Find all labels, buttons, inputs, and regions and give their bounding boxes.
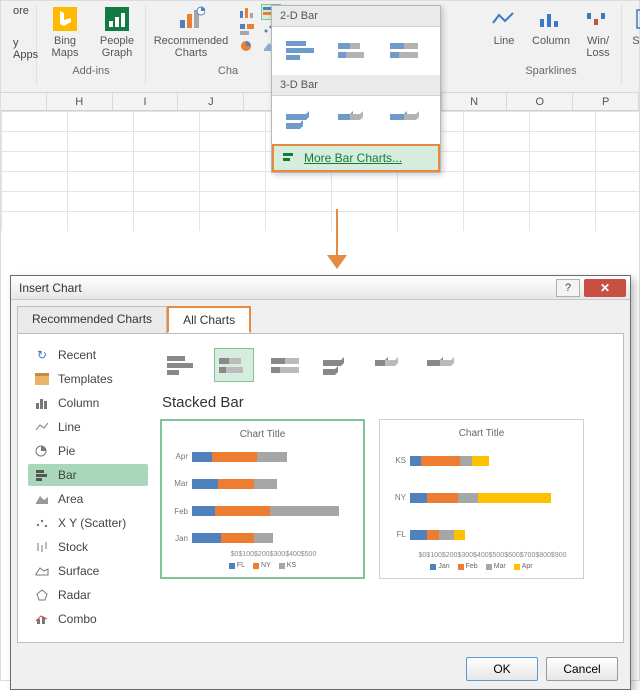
group-label-charts: Cha: [218, 65, 238, 77]
col-O[interactable]: O: [507, 93, 573, 110]
col-H[interactable]: H: [47, 93, 113, 110]
side-xy-scatter[interactable]: X Y (Scatter): [28, 512, 148, 534]
tab-all-charts[interactable]: All Charts: [167, 306, 251, 333]
side-line[interactable]: Line: [28, 416, 148, 438]
bing-icon: [51, 5, 79, 33]
clustered-bar-2d[interactable]: [282, 35, 324, 67]
clustered-bar-3d[interactable]: [282, 104, 324, 136]
pie-chart-icon[interactable]: [238, 39, 256, 53]
side-recent[interactable]: ↻Recent: [28, 344, 148, 366]
close-button[interactable]: ✕: [584, 279, 626, 297]
subtype-stacked-bar-100-3d[interactable]: [422, 348, 462, 382]
col-P[interactable]: P: [573, 93, 639, 110]
subtype-title: Stacked Bar: [162, 394, 613, 411]
stock-icon: [34, 539, 50, 555]
subtype-stacked-bar[interactable]: [214, 348, 254, 382]
side-bar[interactable]: Bar: [28, 464, 148, 486]
bar-subtype-row: [160, 344, 613, 392]
tab-recommended-charts[interactable]: Recommended Charts: [17, 306, 167, 333]
line-icon: [34, 419, 50, 435]
sparkline-column-button[interactable]: Column: [529, 5, 573, 47]
stacked-bar-100-2d[interactable]: [386, 35, 428, 67]
subtype-clustered-bar-3d[interactable]: [318, 348, 358, 382]
subtype-clustered-bar[interactable]: [162, 348, 202, 382]
col-I[interactable]: I: [113, 93, 179, 110]
help-button[interactable]: ?: [556, 279, 580, 297]
side-radar[interactable]: Radar: [28, 584, 148, 606]
dialog-titlebar[interactable]: Insert Chart ? ✕: [11, 276, 630, 300]
surface-icon: [34, 563, 50, 579]
recommended-charts-icon: [177, 5, 205, 33]
sparkline-line-button[interactable]: Line: [487, 5, 521, 47]
recent-icon: ↻: [34, 347, 50, 363]
pie-icon: [34, 443, 50, 459]
sparkline-winloss-button[interactable]: Win/ Loss: [581, 5, 615, 59]
sparkline-line-icon: [490, 5, 518, 33]
bar-chart-mini-icon: [282, 151, 298, 165]
bar-chart-dropdown: 2-D Bar 3-D Bar More Bar Charts...: [271, 5, 441, 173]
templates-icon: [34, 371, 50, 387]
group-label-addins: Add-ins: [72, 65, 109, 77]
dropdown-2d-header: 2-D Bar: [272, 6, 440, 27]
hierarchy-chart-icon[interactable]: [238, 22, 256, 36]
bar-icon: [34, 467, 50, 483]
insert-chart-dialog: Insert Chart ? ✕ Recommended Charts All …: [10, 275, 631, 690]
sparkline-winloss-icon: [584, 5, 612, 33]
callout-arrow: [327, 209, 347, 271]
people-graph-icon: [103, 5, 131, 33]
side-surface[interactable]: Surface: [28, 560, 148, 582]
chart-preview-1[interactable]: Chart Title AprMarFebJan $0$100$200$300$…: [160, 419, 365, 579]
subtype-stacked-bar-100[interactable]: [266, 348, 306, 382]
recommended-charts-button[interactable]: Recommended Charts: [152, 5, 230, 59]
more-bar-charts-button[interactable]: More Bar Charts...: [272, 144, 440, 172]
cancel-button[interactable]: Cancel: [546, 657, 618, 681]
side-column[interactable]: Column: [28, 392, 148, 414]
side-area[interactable]: Area: [28, 488, 148, 510]
stacked-bar-100-3d[interactable]: [386, 104, 428, 136]
group-label-sparklines: Sparklines: [525, 65, 576, 77]
chart-preview-2[interactable]: Chart Title KSNYFL $0$100$200$300$400$50…: [379, 419, 584, 579]
stacked-bar-2d[interactable]: [334, 35, 376, 67]
ribbon-truncated-2[interactable]: y Apps: [13, 37, 38, 61]
area-icon: [34, 491, 50, 507]
side-stock[interactable]: Stock: [28, 536, 148, 558]
dialog-title: Insert Chart: [19, 281, 556, 295]
bing-maps-button[interactable]: Bing Maps: [43, 5, 87, 59]
people-graph-button[interactable]: People Graph: [95, 5, 139, 59]
chart-category-list: ↻Recent Templates Column Line Pie Bar Ar…: [28, 344, 148, 632]
side-pie[interactable]: Pie: [28, 440, 148, 462]
col-N[interactable]: N: [442, 93, 508, 110]
column-chart-icon[interactable]: [238, 5, 256, 19]
slicer-icon: [632, 5, 640, 33]
stacked-bar-3d[interactable]: [334, 104, 376, 136]
column-icon: [34, 395, 50, 411]
ribbon-truncated[interactable]: ore: [13, 5, 29, 17]
radar-icon: [34, 587, 50, 603]
col-J[interactable]: J: [178, 93, 244, 110]
dropdown-3d-header: 3-D Bar: [272, 75, 440, 96]
sparkline-column-icon: [537, 5, 565, 33]
slicer-button[interactable]: Slicer: [628, 5, 640, 47]
side-templates[interactable]: Templates: [28, 368, 148, 390]
subtype-stacked-bar-3d[interactable]: [370, 348, 410, 382]
side-combo[interactable]: Combo: [28, 608, 148, 630]
combo-icon: [34, 611, 50, 627]
scatter-icon: [34, 515, 50, 531]
ok-button[interactable]: OK: [466, 657, 538, 681]
